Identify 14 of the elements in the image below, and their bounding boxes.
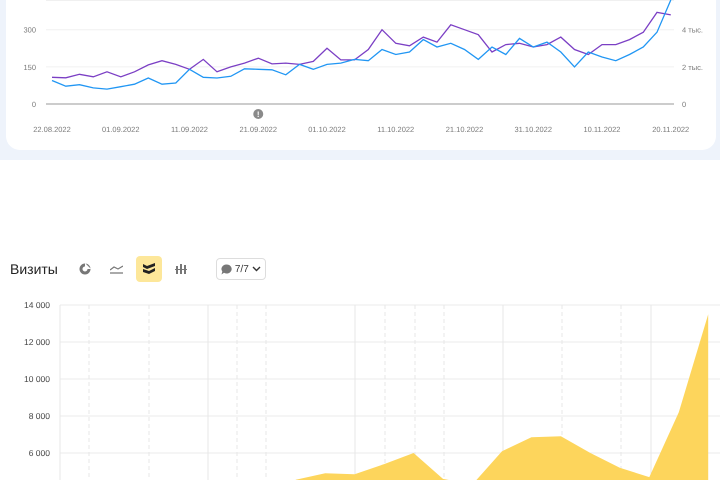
speech-bubble-icon xyxy=(220,264,232,274)
y-axis-label: 8 000 xyxy=(28,411,50,421)
y-axis-label: 12 000 xyxy=(24,337,50,347)
y-axis-label: 10 000 xyxy=(24,374,50,384)
line-chart-icon xyxy=(110,264,124,274)
chevron-down-icon xyxy=(252,266,261,272)
chart-title: Визиты xyxy=(10,261,58,277)
y-axis-label: 14 000 xyxy=(24,300,50,310)
y-axis-label: 6 000 xyxy=(28,448,50,458)
bar-chart-icon xyxy=(174,263,187,275)
donut-chart-icon xyxy=(78,263,91,275)
stacked-area-icon xyxy=(142,263,155,275)
chart-type-button[interactable] xyxy=(136,256,162,282)
segments-dropdown[interactable]: 7/7 xyxy=(216,258,266,280)
